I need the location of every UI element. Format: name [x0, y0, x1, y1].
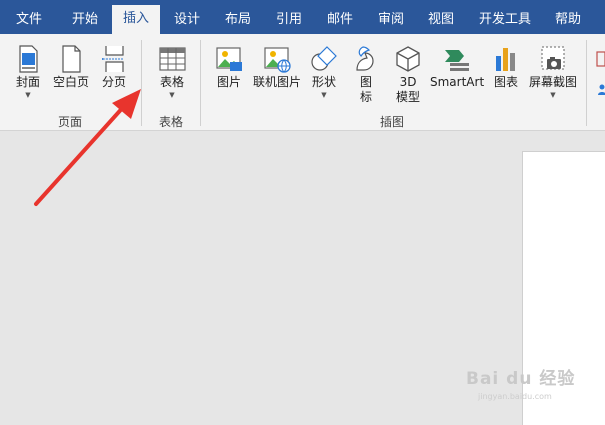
watermark-logo: Bai du 经验	[466, 369, 576, 389]
annotation-arrow-icon	[34, 89, 141, 206]
watermark-url: jingyan.baidu.com	[478, 392, 552, 401]
